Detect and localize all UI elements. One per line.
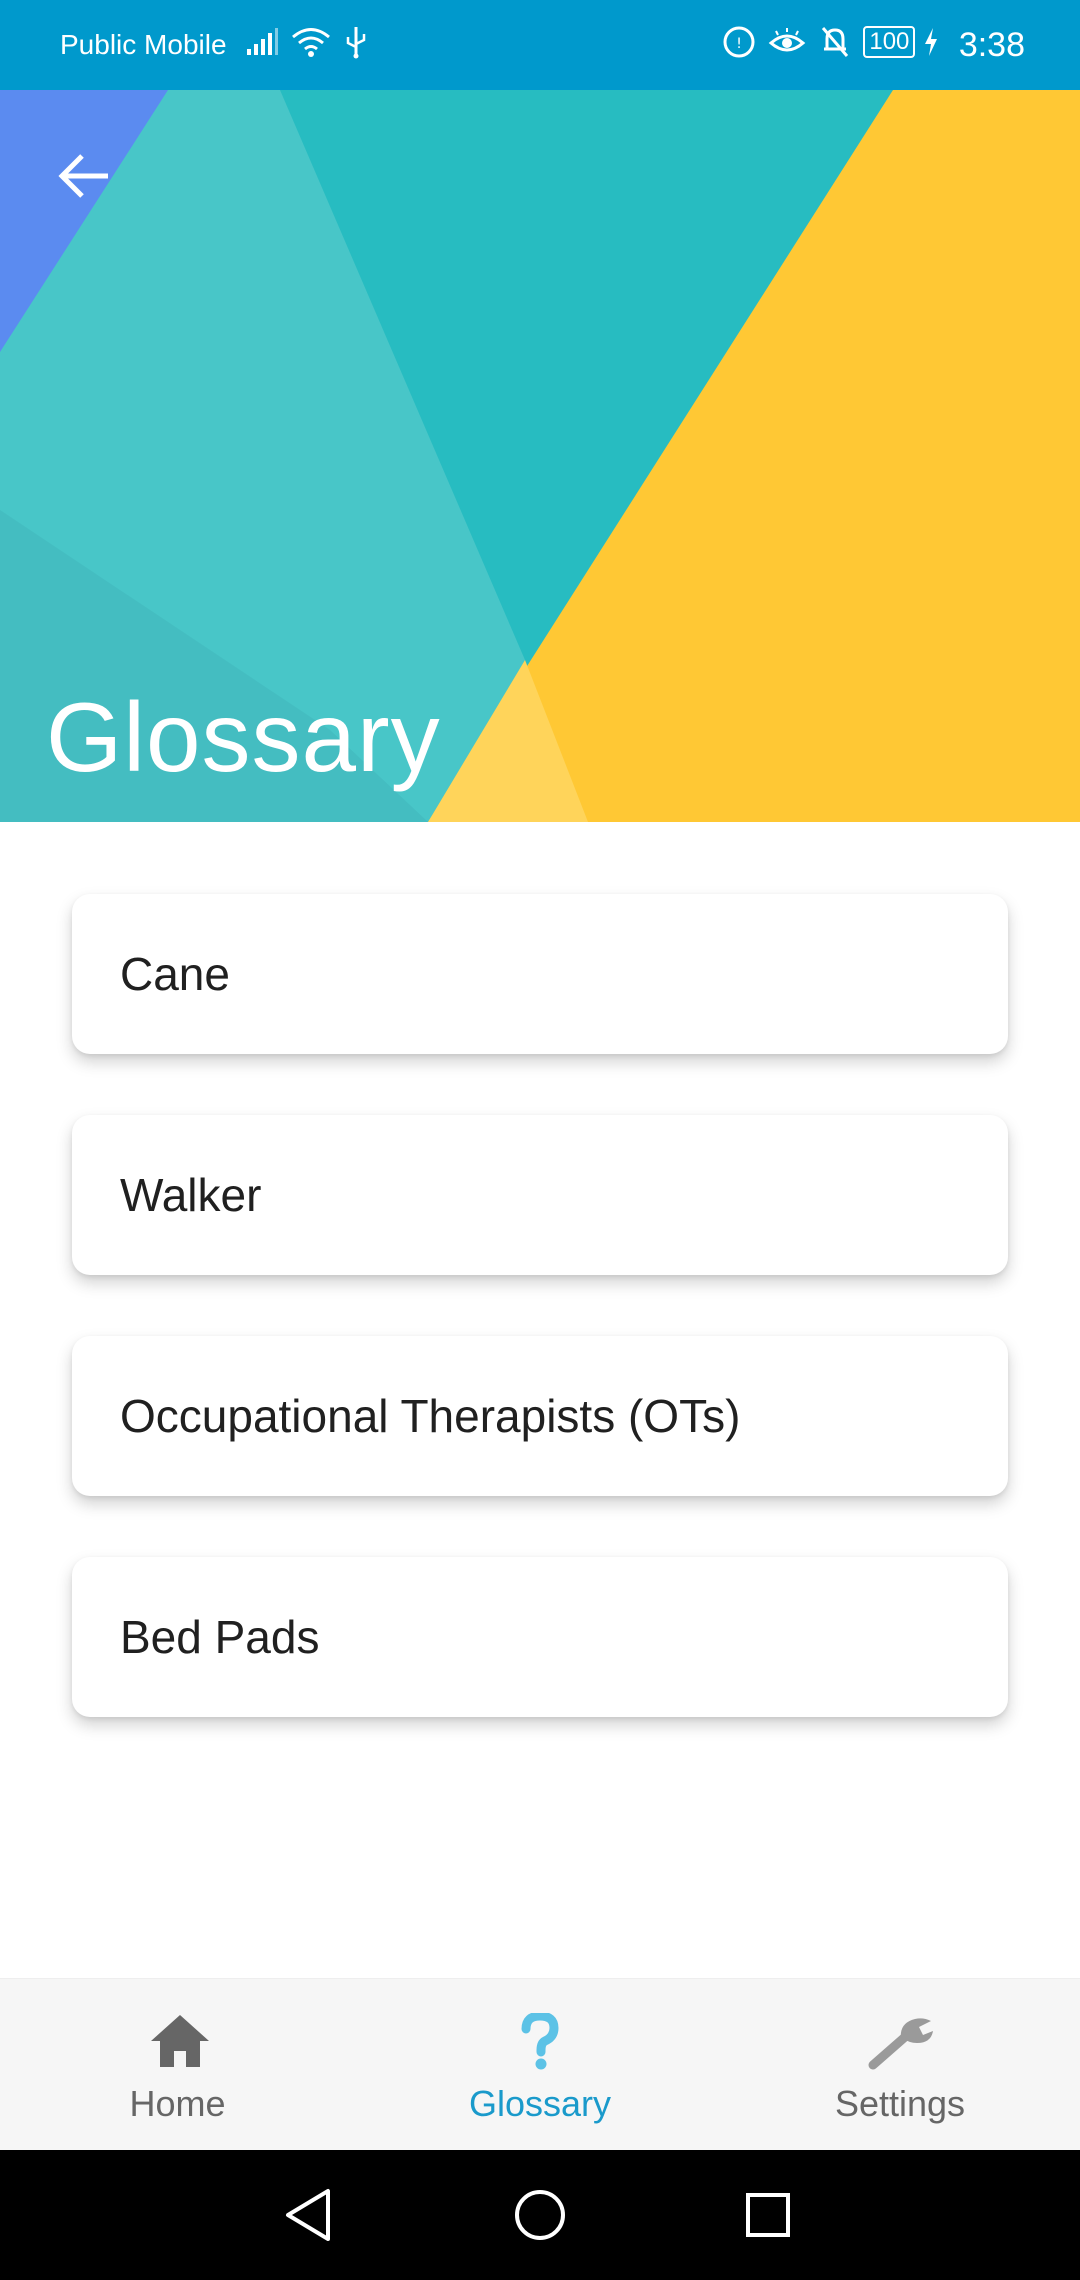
clock: 3:38 [958,26,1025,64]
eye-comfort-icon [769,28,806,52]
status-bar: Public Mobile ! 100 3:38 [0,0,1080,90]
glossary-item-walker[interactable]: Walker [72,1115,1008,1275]
glossary-item-bed-pads[interactable]: Bed Pads [72,1557,1008,1717]
charging-bolt-icon [924,28,937,56]
glossary-item-label: Cane [120,948,230,1000]
nav-tab-glossary[interactable]: Glossary [360,1979,720,2151]
nav-tab-settings[interactable]: Settings [720,1979,1080,2151]
nav-tab-home[interactable]: Home [0,1979,360,2151]
wrench-icon [868,2018,933,2070]
system-navigation-bar [0,2150,1080,2280]
glossary-item-label: Occupational Therapists (OTs) [120,1390,741,1442]
question-mark-icon [521,2013,559,2070]
carrier-name: Public Mobile [60,29,227,60]
back-arrow-icon [58,154,108,198]
wifi-icon [292,28,331,57]
home-circle-icon[interactable] [510,2185,570,2245]
battery-icon: 100 [863,26,916,58]
signal-icon [247,28,278,55]
status-right-icons: ! 100 [722,25,946,65]
page-title: Glossary [46,682,441,792]
recents-square-icon[interactable] [738,2185,798,2245]
glossary-item-occupational-therapists[interactable]: Occupational Therapists (OTs) [72,1336,1008,1496]
bottom-navigation: Home Glossary Settings [0,1978,1080,2151]
home-icon [151,2015,209,2067]
nav-label-home: Home [129,2083,226,2124]
back-button[interactable] [44,136,124,216]
back-triangle-icon[interactable] [280,2185,340,2245]
notifications-off-icon [821,27,849,57]
svg-text:!: ! [736,36,742,52]
data-saver-icon: ! [723,26,755,58]
glossary-item-label: Bed Pads [120,1611,320,1663]
status-left-icons [245,25,376,65]
usb-icon [346,27,366,59]
nav-label-settings: Settings [834,2083,966,2124]
glossary-list: Cane Walker Occupational Therapists (OTs… [72,894,1008,1778]
nav-label-glossary: Glossary [468,2083,612,2124]
glossary-item-cane[interactable]: Cane [72,894,1008,1054]
glossary-item-label: Walker [120,1169,262,1221]
header-banner: Glossary [0,90,1080,822]
